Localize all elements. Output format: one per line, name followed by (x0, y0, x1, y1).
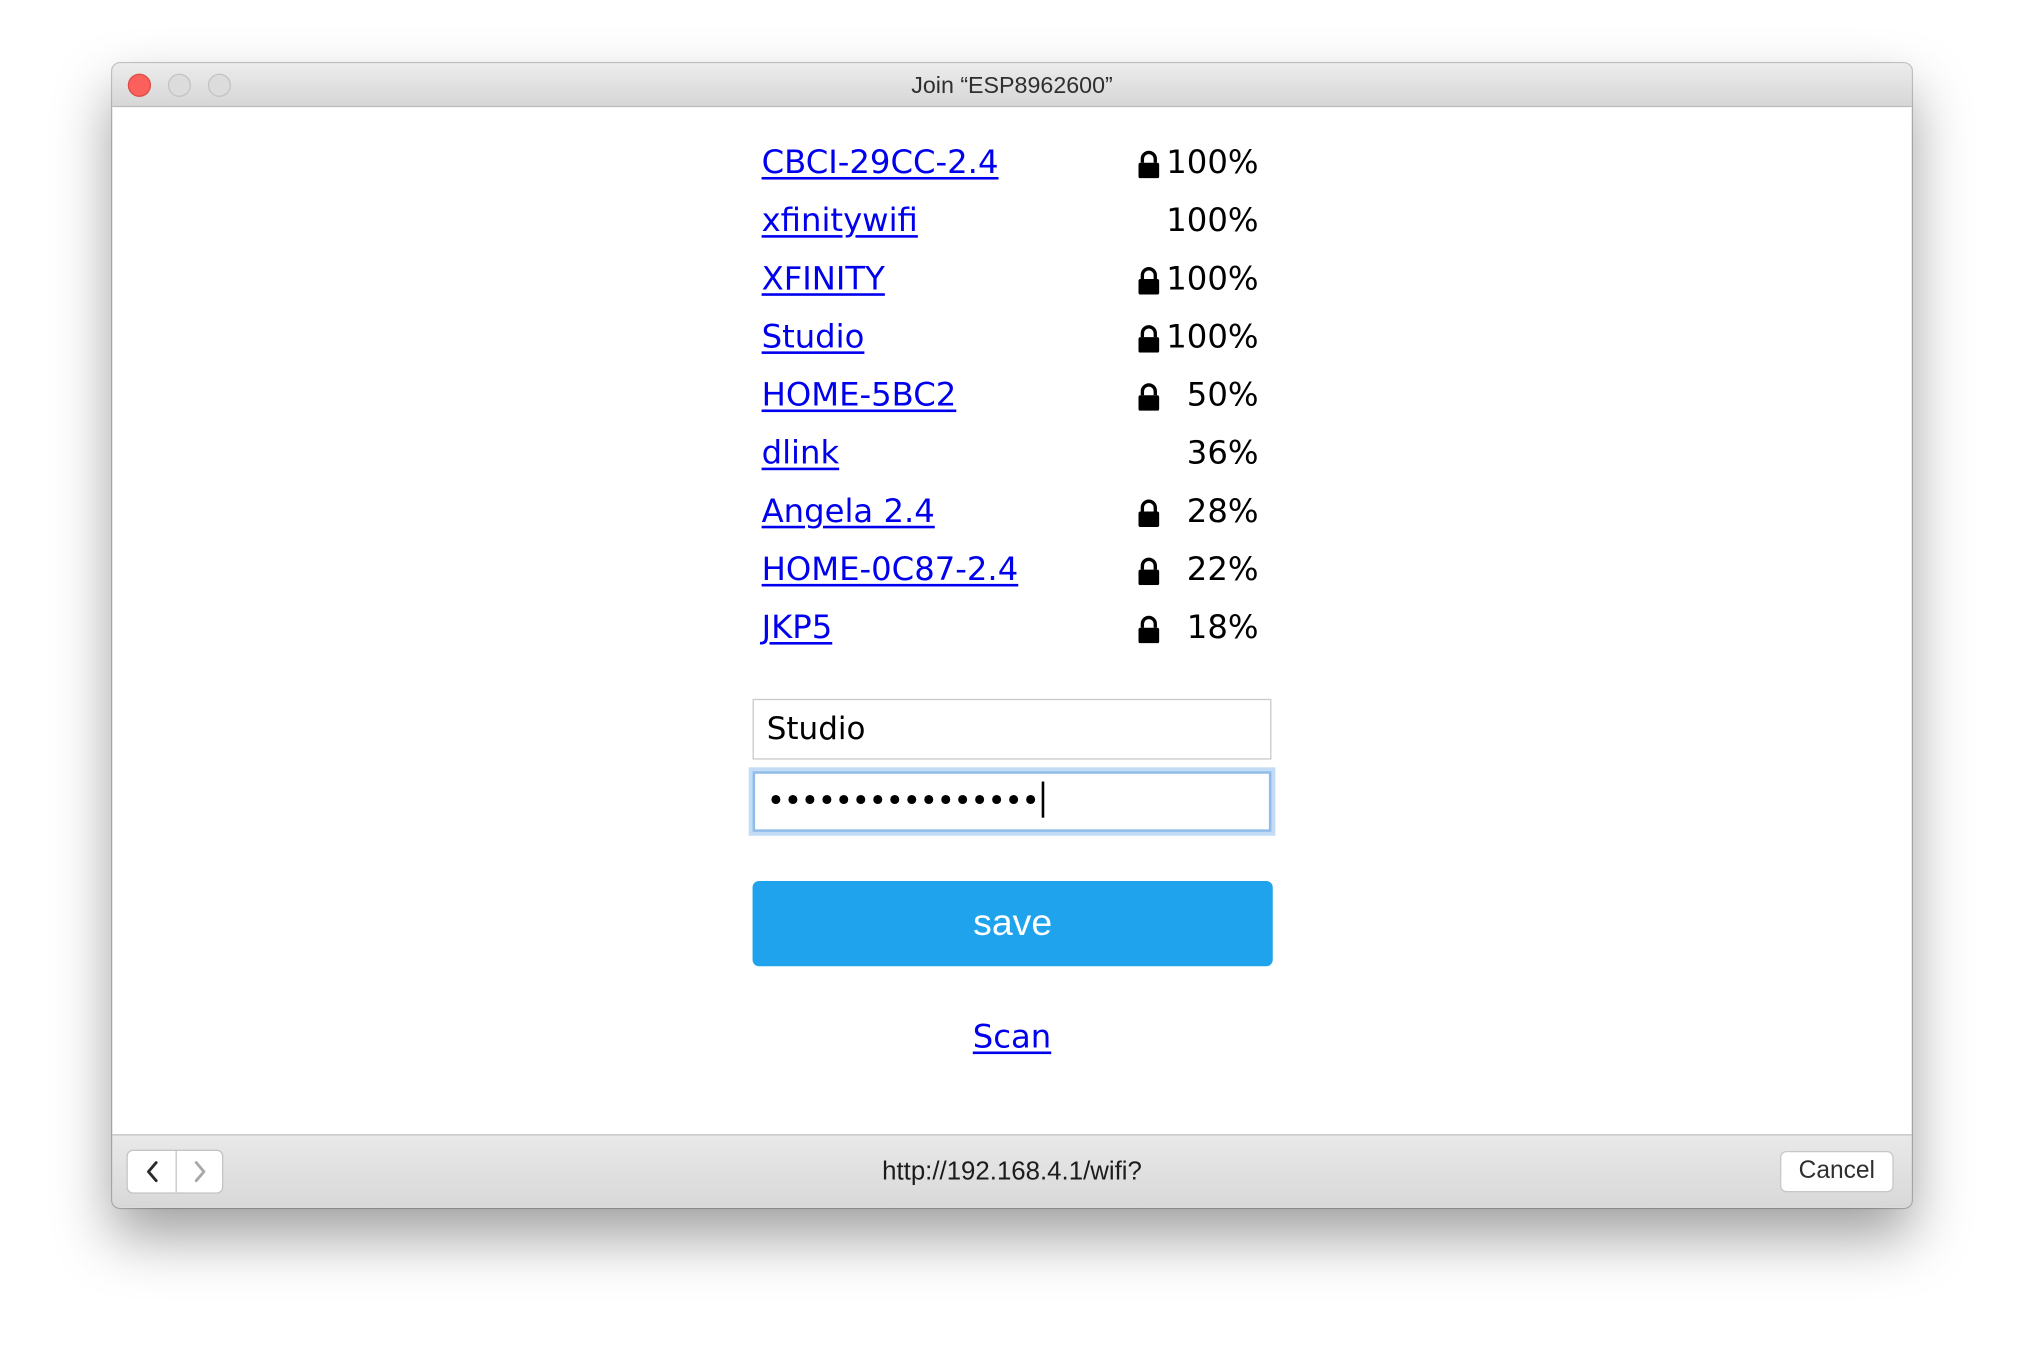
network-row: Angela 2.4 28% (762, 482, 1272, 540)
ssid-input-value: Studio (766, 710, 866, 747)
lock-icon (1136, 499, 1162, 528)
lock-icon (1136, 324, 1162, 353)
password-input[interactable]: •••••••••••••••• (752, 771, 1272, 832)
network-row: HOME-0C87-2.4 22% (762, 540, 1272, 598)
network-ssid-link[interactable]: XFINITY (762, 249, 885, 307)
network-row: XFINITY 100% (762, 249, 1272, 307)
network-list: CBCI-29CC-2.4 100% xfinitywifi 100% XFINITY 1… (762, 133, 1272, 656)
chevron-left-icon (146, 1161, 157, 1183)
navigation-buttons (126, 1149, 224, 1194)
network-row: CBCI-29CC-2.4 100% (762, 133, 1272, 191)
network-signal-strength: 100% (1166, 143, 1259, 181)
lock-icon (1136, 150, 1162, 179)
bottom-bar: http://192.168.4.1/wifi? Cancel (112, 1134, 1912, 1208)
back-button[interactable] (128, 1150, 177, 1193)
lock-icon (1136, 382, 1162, 411)
network-ssid-link[interactable]: xfinitywifi (762, 191, 918, 249)
cancel-button[interactable]: Cancel (1780, 1150, 1894, 1193)
lock-icon (1136, 557, 1162, 586)
lock-icon (1136, 615, 1162, 644)
url-display: http://192.168.4.1/wifi? (882, 1157, 1142, 1186)
scan-link-row: Scan (112, 1011, 1911, 1063)
password-input-value: •••••••••••••••• (766, 782, 1040, 819)
captive-portal-window: Join “ESP8962600” CBCI-29CC-2.4 100% xfini… (112, 63, 1912, 1208)
network-ssid-link[interactable]: Studio (762, 307, 865, 365)
text-caret (1041, 781, 1044, 818)
network-ssid-link[interactable]: HOME-0C87-2.4 (762, 540, 1019, 598)
network-signal-strength: 50% (1186, 375, 1259, 414)
stage: Join “ESP8962600” CBCI-29CC-2.4 100% xfini… (0, 0, 2024, 1368)
network-ssid-link[interactable]: JKP5 (762, 598, 833, 656)
network-row: dlink 36% (762, 424, 1272, 482)
chevron-right-icon (194, 1161, 205, 1183)
network-ssid-link[interactable]: Angela 2.4 (762, 482, 935, 540)
network-ssid-link[interactable]: HOME-5BC2 (762, 366, 957, 424)
page-content: CBCI-29CC-2.4 100% xfinitywifi 100% XFINITY 1… (112, 107, 1912, 1135)
ssid-input[interactable]: Studio (752, 698, 1272, 760)
network-signal-strength: 18% (1186, 608, 1259, 646)
title-bar: Join “ESP8962600” (112, 63, 1912, 108)
network-signal-strength: 22% (1186, 550, 1259, 588)
network-row: xfinitywifi 100% (762, 191, 1272, 249)
window-title: Join “ESP8962600” (911, 72, 1113, 99)
network-ssid-link[interactable]: dlink (762, 424, 840, 482)
network-row: HOME-5BC2 50% (762, 366, 1272, 424)
save-button[interactable]: save (752, 880, 1273, 967)
scan-link[interactable]: Scan (973, 1018, 1051, 1055)
network-signal-strength: 100% (1166, 317, 1259, 356)
network-signal-strength: 100% (1166, 201, 1259, 239)
network-signal-strength: 28% (1186, 492, 1259, 530)
network-signal-strength: 100% (1166, 259, 1259, 298)
forward-button[interactable] (176, 1151, 222, 1192)
lock-icon (1136, 266, 1162, 295)
network-signal-strength: 36% (1186, 434, 1259, 472)
network-row: JKP5 18% (762, 598, 1272, 656)
network-row: Studio 100% (762, 307, 1272, 365)
network-ssid-link[interactable]: CBCI-29CC-2.4 (762, 133, 999, 191)
